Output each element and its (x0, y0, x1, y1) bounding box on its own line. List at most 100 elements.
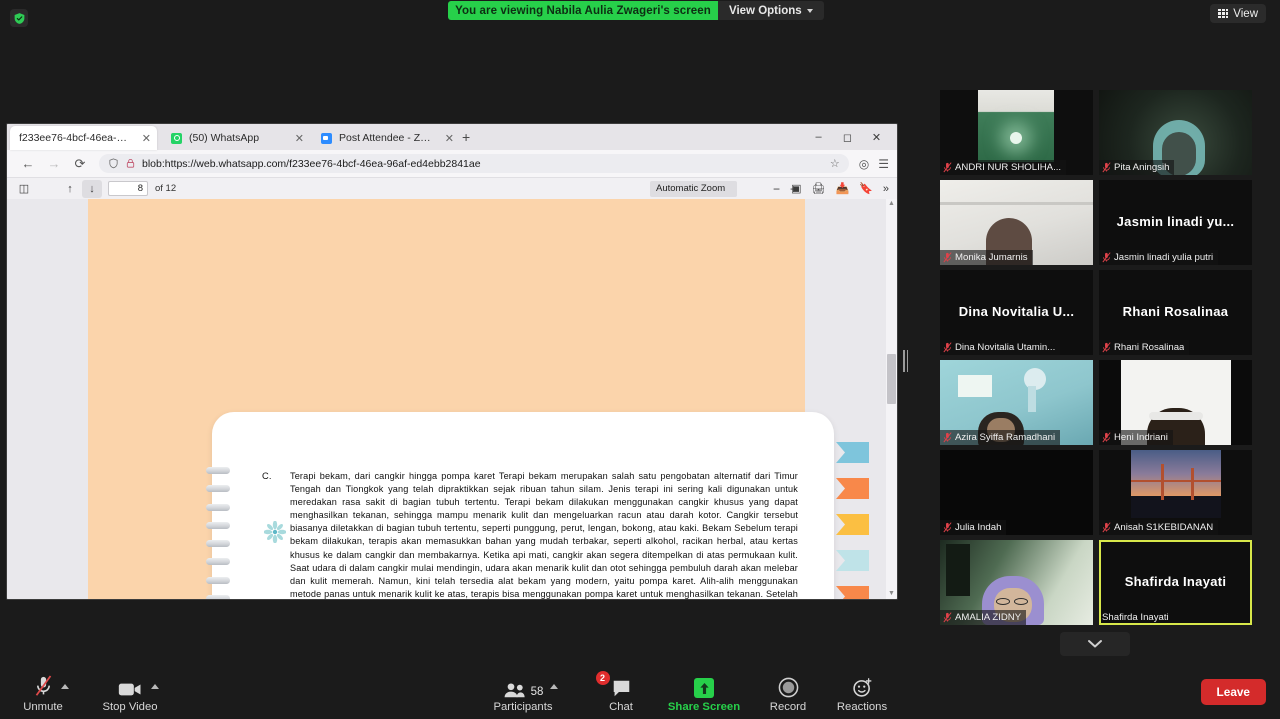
share-drag-handle[interactable] (901, 348, 910, 373)
participant-tile[interactable]: Azira Syiffa Ramadhani (940, 360, 1093, 445)
pdf-vertical-scrollbar[interactable]: ▲ ▼ (886, 199, 897, 599)
participant-name-bar: Monika Jumarnis (940, 250, 1033, 265)
window-controls: – ◻ ✕ (804, 128, 891, 146)
video-options-caret-icon[interactable] (151, 684, 159, 689)
close-icon[interactable]: ✕ (439, 132, 454, 145)
page-number-input[interactable]: 8 (108, 181, 148, 196)
arrow-left-icon[interactable]: ← (15, 153, 41, 175)
scrollbar-thumb[interactable] (887, 354, 896, 404)
chevron-down-icon (806, 8, 813, 13)
new-tab-button[interactable]: + (462, 129, 470, 145)
participant-name-label: ANDRI NUR SHOLIHA... (955, 162, 1062, 173)
chat-button[interactable]: 2 Chat (578, 671, 664, 713)
nav-right-actions: ◎ ☰ (849, 157, 889, 171)
chevron-down-icon (1088, 640, 1102, 648)
sidebar-toggle-icon[interactable]: ◫ (14, 180, 34, 198)
mic-muted-icon (943, 522, 952, 533)
scroll-down-arrow-icon[interactable]: ▼ (886, 589, 897, 599)
presentation-mode-icon[interactable]: ▣ (791, 182, 801, 195)
microphone-muted-icon (33, 674, 54, 698)
address-bar[interactable]: blob:https://web.whatsapp.com/f233ee76-4… (99, 154, 849, 173)
page-total-label: of 12 (155, 183, 177, 194)
participant-name-bar: ANDRI NUR SHOLIHA... (940, 160, 1067, 175)
zoom-out-button[interactable]: − (773, 182, 780, 196)
print-icon[interactable]: 🖨 (812, 182, 826, 195)
participant-display-name: Shafirda Inayati (1124, 573, 1227, 589)
arrow-up-icon[interactable]: ↑ (60, 180, 80, 198)
smiley-plus-icon (852, 674, 873, 698)
bookmark-icon[interactable]: 🔖 (859, 182, 873, 195)
participant-name-bar: Julia Indah (940, 520, 1007, 535)
view-options-label: View Options (729, 4, 802, 17)
grid-icon (1218, 8, 1229, 19)
zoom-icon (321, 132, 332, 144)
mic-muted-icon (943, 432, 952, 443)
browser-tab-2[interactable]: Post Attendee - Zoom ✕ (312, 126, 460, 150)
participants-caret-icon[interactable] (550, 684, 558, 689)
bookmark-tabs (836, 442, 876, 599)
arrow-down-icon[interactable]: ↓ (82, 179, 102, 198)
pdf-tools: ▣ 🖨 📥 🔖 » (791, 182, 889, 196)
browser-tab-1[interactable]: (50) WhatsApp ✕ (162, 126, 310, 150)
participant-tile[interactable]: Monika Jumarnis (940, 180, 1093, 265)
pocket-icon[interactable]: ◎ (859, 157, 869, 171)
bookmark-tab (836, 514, 869, 535)
participant-name-label: Jasmin linadi yulia putri (1114, 252, 1214, 263)
participant-display-name: Rhani Rosalinaa (1122, 303, 1229, 319)
maximize-button[interactable]: ◻ (833, 128, 862, 146)
reactions-button[interactable]: Reactions (819, 674, 905, 713)
url-text: blob:https://web.whatsapp.com/f233ee76-4… (142, 157, 481, 170)
pdf-page: C. Terapi bekam, dari cangkir hingga pom… (88, 199, 869, 599)
participant-tile[interactable]: ANDRI NUR SHOLIHA... (940, 90, 1093, 175)
zoom-meeting-window: You are viewing Nabila Aulia Zwageri's s… (0, 0, 1280, 719)
participant-name-bar: Azira Syiffa Ramadhani (940, 430, 1061, 445)
star-icon[interactable]: ☆ (830, 157, 840, 170)
participant-name-label: Pita Aningsih (1114, 162, 1170, 173)
participant-tile[interactable]: Heni Indriani (1099, 360, 1252, 445)
view-layout-button[interactable]: View (1210, 4, 1266, 23)
participant-tile[interactable]: Rhani Rosalinaa Rhani Rosalinaa (1099, 270, 1252, 355)
participant-tile[interactable]: Jasmin linadi yu... Jasmin linadi yulia p… (1099, 180, 1252, 265)
close-icon[interactable]: ✕ (289, 132, 304, 145)
browser-tab-0[interactable]: f233ee76-4bcf-46ea-96af-ed4ebb28 ✕ (10, 126, 157, 150)
mic-muted-icon (943, 252, 952, 263)
leave-button[interactable]: Leave (1200, 679, 1266, 705)
browser-nav-bar: ← → ⟳ blob:https://web.whatsapp.com/f233… (7, 150, 897, 177)
participant-tile[interactable]: Pita Aningsih (1099, 90, 1252, 175)
close-icon[interactable]: ✕ (136, 132, 151, 145)
participant-tile[interactable]: AMALIA ZIDNY (940, 540, 1093, 625)
grid-scroll-down-button[interactable] (1060, 632, 1130, 656)
participants-button[interactable]: 58 Participants (480, 674, 566, 713)
minimize-button[interactable]: – (804, 128, 833, 146)
tab-title: f233ee76-4bcf-46ea-96af-ed4ebb28 (19, 132, 129, 144)
arrow-right-icon[interactable]: → (41, 153, 67, 175)
audio-options-caret-icon[interactable] (61, 684, 69, 689)
record-label: Record (769, 701, 807, 713)
close-window-button[interactable]: ✕ (862, 128, 891, 146)
zoom-level-select[interactable]: Automatic Zoom (650, 180, 737, 197)
double-chevron-icon[interactable]: » (883, 183, 889, 195)
participant-tile[interactable]: Shafirda Inayati Shafirda Inayati (1099, 540, 1252, 625)
reload-icon[interactable]: ⟳ (67, 153, 93, 175)
hamburger-menu-icon[interactable]: ☰ (878, 157, 889, 171)
view-options-button[interactable]: View Options (718, 1, 824, 20)
scroll-up-arrow-icon[interactable]: ▲ (886, 199, 897, 209)
stop-video-button[interactable]: Stop Video (87, 674, 173, 713)
chat-label: Chat (609, 701, 633, 713)
whatsapp-icon (171, 132, 182, 144)
mic-muted-icon (943, 342, 952, 353)
unmute-button[interactable]: Unmute (0, 674, 86, 713)
permission-icon[interactable] (125, 158, 136, 169)
participant-tile[interactable]: Anisah S1KEBIDANAN (1099, 450, 1252, 535)
participant-tile[interactable]: Dina Novitalia U... Dina Novitalia Utamin… (940, 270, 1093, 355)
participant-row: Julia Indah Anisah S1KEBIDANAN (940, 450, 1252, 535)
participant-display-name: Dina Novitalia U... (958, 303, 1075, 319)
share-screen-button[interactable]: Share Screen (661, 674, 747, 713)
participant-tile[interactable]: Julia Indah (940, 450, 1093, 535)
participant-display-name: Jasmin linadi yu... (1116, 213, 1235, 229)
reactions-label: Reactions (836, 701, 888, 713)
share-screen-label: Share Screen (667, 701, 741, 713)
participant-row: Dina Novitalia U... Dina Novitalia Utamin… (940, 270, 1252, 355)
save-icon[interactable]: 📥 (835, 182, 849, 195)
mic-muted-icon (1102, 432, 1111, 443)
